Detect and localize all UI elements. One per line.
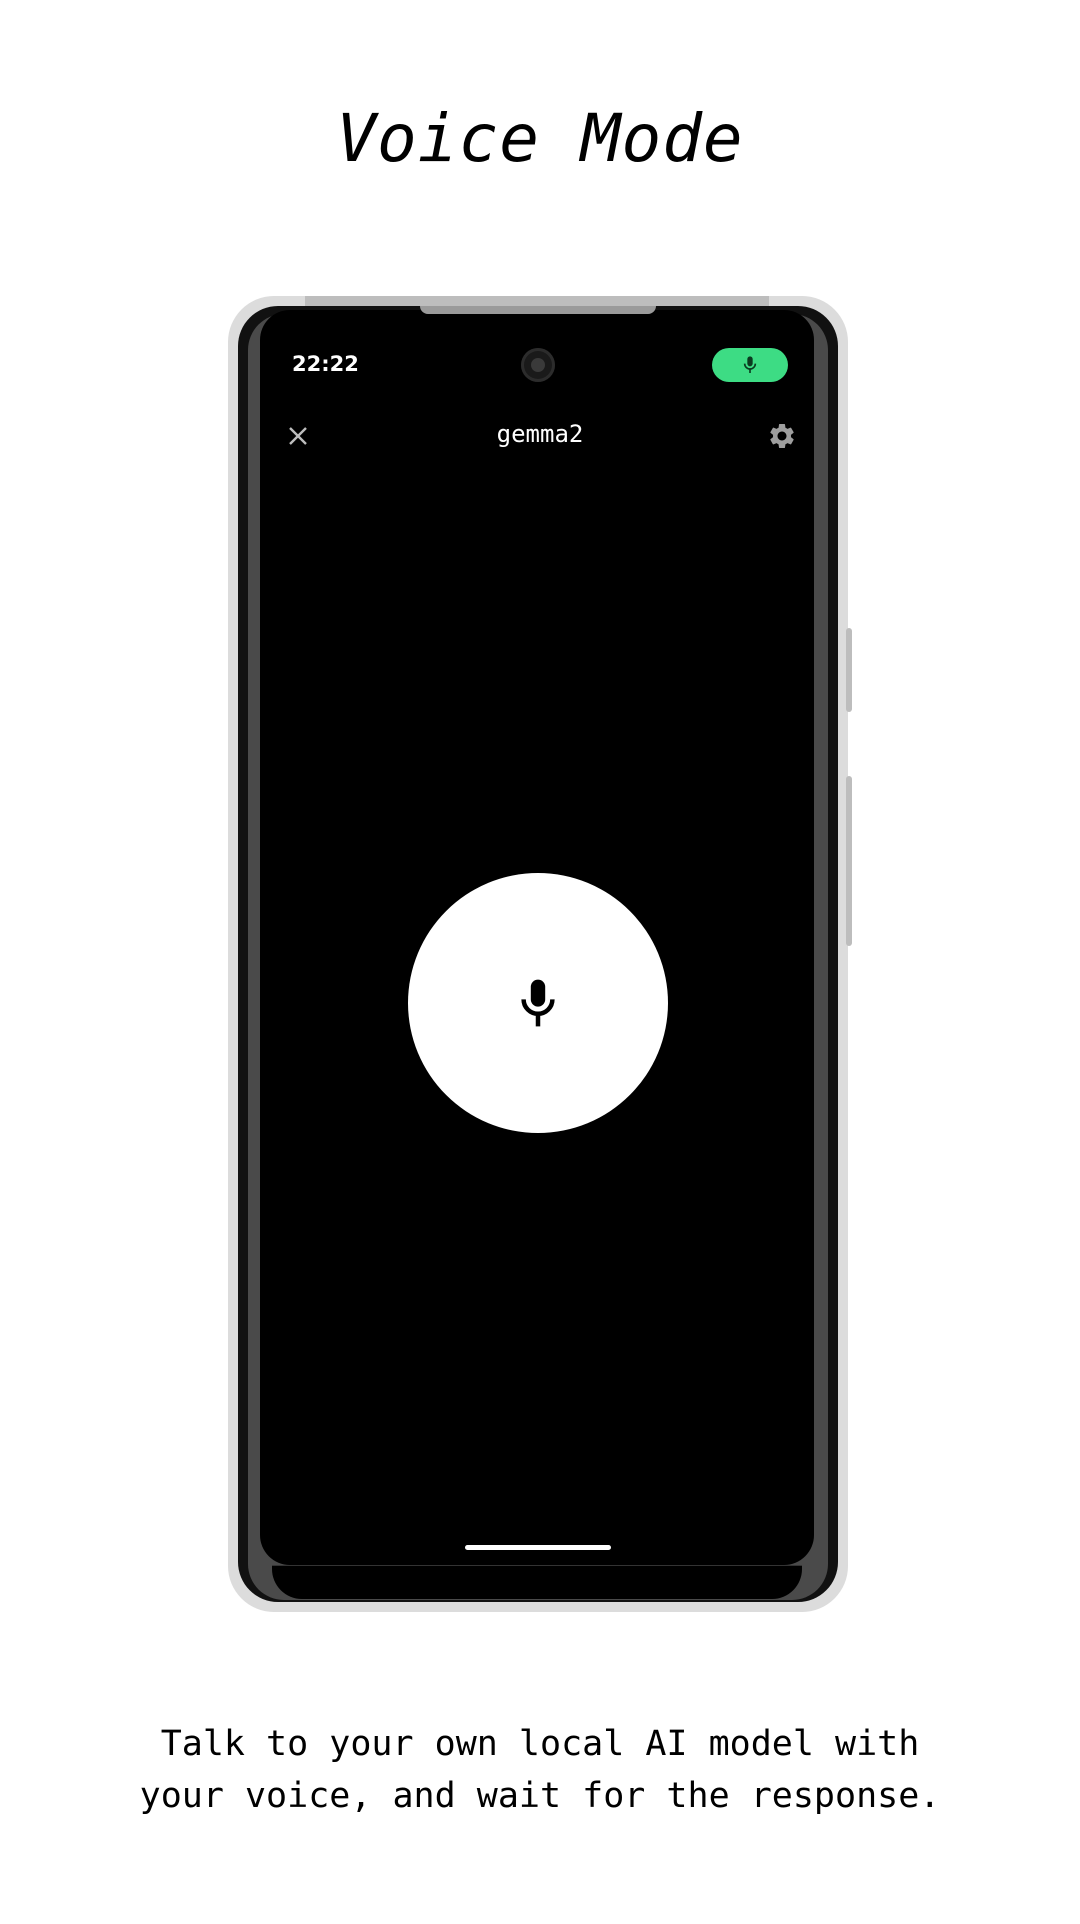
mic-icon: [743, 356, 757, 373]
mic-icon: [521, 979, 555, 1027]
close-icon: [289, 427, 307, 445]
power-button: [846, 628, 852, 712]
status-time: 22:22: [292, 352, 359, 376]
gear-icon: [770, 424, 794, 448]
headline: Voice Mode: [336, 100, 744, 177]
record-voice-button[interactable]: [408, 873, 668, 1133]
settings-button[interactable]: [766, 420, 798, 452]
volume-button: [846, 776, 852, 946]
chin-divider: [272, 1565, 802, 1566]
close-button[interactable]: [282, 420, 314, 452]
front-camera: [521, 348, 555, 382]
caption-line-1: Talk to your own local AI model with: [160, 1724, 920, 1764]
model-title: gemma2: [496, 420, 584, 448]
home-indicator[interactable]: [465, 1545, 611, 1550]
phone-notch: [420, 306, 656, 314]
caption-line-2: your voice, and wait for the response.: [139, 1776, 941, 1816]
phone-top-band: [305, 296, 769, 306]
caption: Talk to your own local AI model with you…: [0, 1718, 1080, 1822]
mic-in-use-indicator: [712, 348, 788, 382]
screen-chin: [272, 1565, 802, 1599]
